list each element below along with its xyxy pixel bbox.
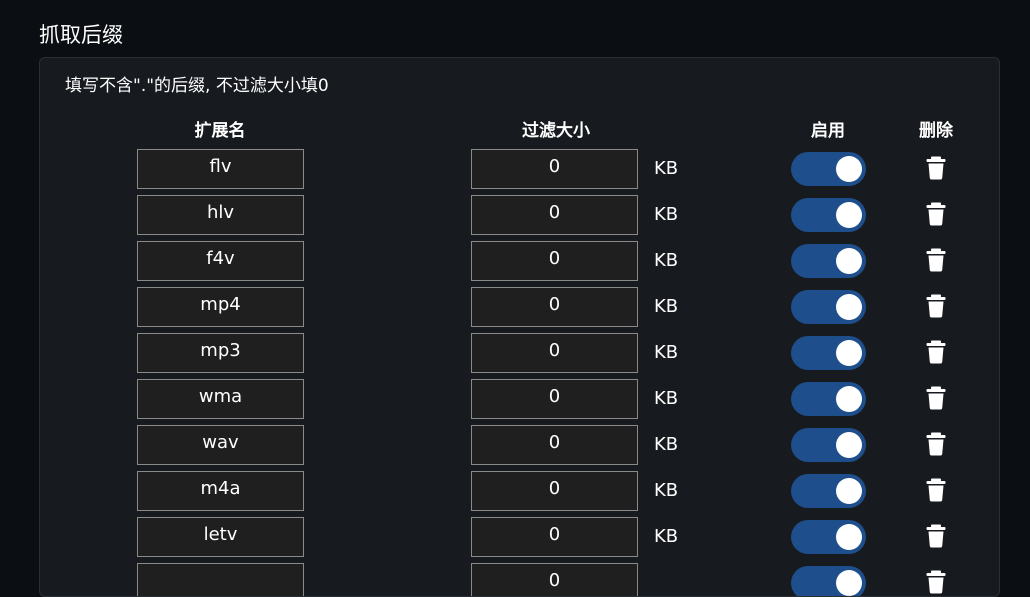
suffix-settings-panel: 填写不含"."的后缀, 不过滤大小填0 扩展名 过滤大小 启用 删除 KB KB: [39, 57, 1000, 597]
filter-size-input[interactable]: [471, 333, 638, 373]
toggle-knob: [836, 248, 862, 274]
extension-input[interactable]: [137, 149, 304, 189]
size-unit: KB: [654, 158, 679, 179]
suffix-row: KB: [40, 517, 999, 563]
enable-toggle[interactable]: [791, 152, 866, 186]
extension-input[interactable]: [137, 471, 304, 511]
filter-size-input[interactable]: [471, 149, 638, 189]
trash-icon: [926, 478, 946, 502]
suffix-list: KB KB KB KB: [40, 149, 999, 596]
trash-icon: [926, 432, 946, 456]
enable-toggle[interactable]: [791, 382, 866, 416]
delete-button[interactable]: [923, 338, 949, 364]
header-filter-size: 过滤大小: [522, 121, 590, 141]
suffix-row: KB: [40, 471, 999, 517]
filter-size-input[interactable]: [471, 241, 638, 281]
trash-icon: [926, 248, 946, 272]
suffix-row: KB: [40, 195, 999, 241]
delete-button[interactable]: [923, 476, 949, 502]
size-unit: KB: [654, 434, 679, 455]
toggle-knob: [836, 340, 862, 366]
suffix-row: KB: [40, 333, 999, 379]
hint-text: 填写不含"."的后缀, 不过滤大小填0: [65, 76, 329, 96]
suffix-row: KB: [40, 149, 999, 195]
suffix-row: KB: [40, 287, 999, 333]
extension-input[interactable]: [137, 195, 304, 235]
toggle-knob: [836, 386, 862, 412]
toggle-knob: [836, 294, 862, 320]
header-delete: 删除: [919, 121, 953, 141]
enable-toggle[interactable]: [791, 244, 866, 278]
filter-size-input[interactable]: [471, 195, 638, 235]
filter-size-input[interactable]: [471, 563, 638, 596]
suffix-row: KB: [40, 241, 999, 287]
toggle-knob: [836, 156, 862, 182]
trash-icon: [926, 340, 946, 364]
extension-input[interactable]: [137, 333, 304, 373]
toggle-knob: [836, 478, 862, 504]
trash-icon: [926, 294, 946, 318]
filter-size-input[interactable]: [471, 517, 638, 557]
extension-input[interactable]: [137, 241, 304, 281]
extension-input[interactable]: [137, 517, 304, 557]
size-unit: KB: [654, 342, 679, 363]
enable-toggle[interactable]: [791, 520, 866, 554]
delete-button[interactable]: [923, 246, 949, 272]
size-unit: KB: [654, 480, 679, 501]
filter-size-input[interactable]: [471, 425, 638, 465]
trash-icon: [926, 202, 946, 226]
toggle-knob: [836, 570, 862, 596]
section-title: 抓取后缀: [39, 23, 123, 47]
enable-toggle[interactable]: [791, 198, 866, 232]
enable-toggle[interactable]: [791, 566, 866, 596]
size-unit: KB: [654, 526, 679, 547]
size-unit: KB: [654, 296, 679, 317]
filter-size-input[interactable]: [471, 379, 638, 419]
enable-toggle[interactable]: [791, 474, 866, 508]
size-unit: KB: [654, 204, 679, 225]
suffix-row: KB: [40, 425, 999, 471]
header-extension: 扩展名: [194, 121, 246, 141]
delete-button[interactable]: [923, 430, 949, 456]
extension-input[interactable]: [137, 563, 304, 596]
enable-toggle[interactable]: [791, 428, 866, 462]
enable-toggle[interactable]: [791, 290, 866, 324]
suffix-row: KB: [40, 379, 999, 425]
size-unit: KB: [654, 388, 679, 409]
delete-button[interactable]: [923, 200, 949, 226]
extension-input[interactable]: [137, 379, 304, 419]
toggle-knob: [836, 524, 862, 550]
filter-size-input[interactable]: [471, 471, 638, 511]
filter-size-input[interactable]: [471, 287, 638, 327]
trash-icon: [926, 156, 946, 180]
enable-toggle[interactable]: [791, 336, 866, 370]
extension-input[interactable]: [137, 287, 304, 327]
delete-button[interactable]: [923, 384, 949, 410]
delete-button[interactable]: [923, 568, 949, 594]
trash-icon: [926, 524, 946, 548]
toggle-knob: [836, 202, 862, 228]
header-enable: 启用: [811, 121, 845, 141]
toggle-knob: [836, 432, 862, 458]
trash-icon: [926, 386, 946, 410]
size-unit: KB: [654, 250, 679, 271]
delete-button[interactable]: [923, 522, 949, 548]
delete-button[interactable]: [923, 154, 949, 180]
suffix-row: [40, 563, 999, 596]
trash-icon: [926, 570, 946, 594]
extension-input[interactable]: [137, 425, 304, 465]
delete-button[interactable]: [923, 292, 949, 318]
